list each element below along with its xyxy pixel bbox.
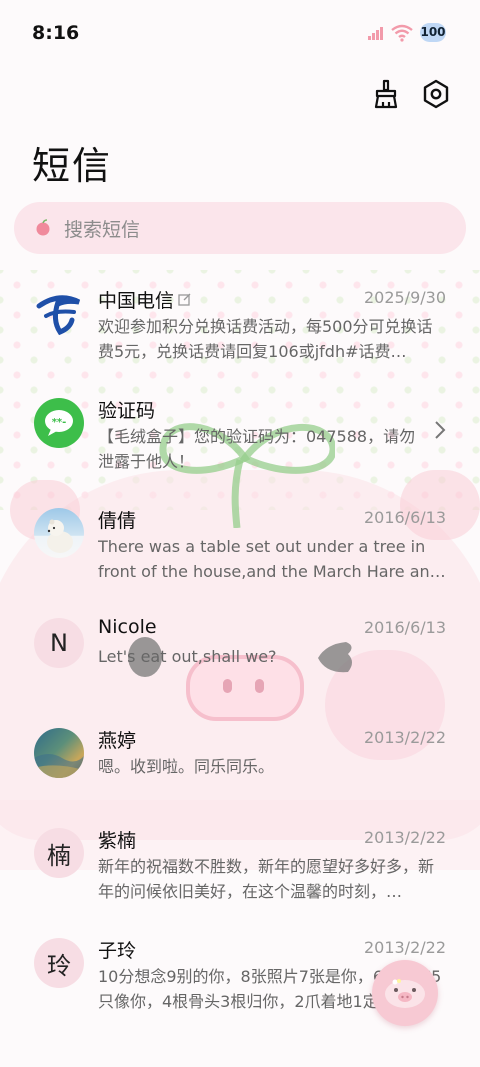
china-telecom-logo-icon xyxy=(36,295,81,336)
message-date: 2013/2/22 xyxy=(363,938,446,957)
search-placeholder: 搜索短信 xyxy=(64,218,141,241)
apple-search-icon xyxy=(36,219,50,236)
polar-bear-photo-icon xyxy=(47,519,73,553)
message-date: 2013/2/22 xyxy=(363,828,446,847)
message-preview: 嗯。收到啦。同乐同乐。 xyxy=(98,757,275,776)
status-bar: 8:16 100 xyxy=(0,0,480,66)
chevron-right-icon xyxy=(435,421,446,439)
message-date: 2016/6/13 xyxy=(363,618,446,637)
contact-name: 中国电信 xyxy=(98,286,191,313)
message-preview: There was a table set out under a tree i… xyxy=(98,537,446,581)
chat-bubble-icon: **- xyxy=(45,410,73,436)
contact-name: 紫楠 xyxy=(98,830,137,852)
broom-icon[interactable] xyxy=(370,78,402,110)
compose-button[interactable] xyxy=(372,960,438,1026)
status-time: 8:16 xyxy=(32,22,80,44)
contact-name: 燕婷 xyxy=(98,730,137,752)
message-preview: 欢迎参加积分兑换话费活动，每500分可兑换话费5元，兑换话费请回复106或jfd… xyxy=(98,317,433,361)
contact-name: Nicole xyxy=(98,616,157,638)
avatar: 楠 xyxy=(34,828,84,878)
conversation-item[interactable]: **- 验证码 【毛绒盒子】您的验证码为：047588，请勿泄露于他人！ xyxy=(0,380,480,490)
header-actions xyxy=(370,78,452,110)
signal-icon xyxy=(368,27,383,40)
conversation-list: 中国电信 2025/9/30 欢迎参加积分兑换话费活动，每500分可兑换话费5元… xyxy=(0,270,480,1030)
avatar xyxy=(34,728,84,778)
conversation-item[interactable]: 燕婷 2013/2/22 嗯。收到啦。同乐同乐。 xyxy=(0,710,480,810)
svg-text:**-: **- xyxy=(52,417,67,428)
avatar: N xyxy=(34,618,84,668)
avatar xyxy=(34,288,84,338)
avatar: **- xyxy=(34,398,84,448)
conversation-item[interactable]: 楠 紫楠 2013/2/22 新年的祝福数不胜数，新年的愿望好多好多，新年的问候… xyxy=(0,810,480,920)
avatar xyxy=(34,508,84,558)
conversation-item[interactable]: 中国电信 2025/9/30 欢迎参加积分兑换话费活动，每500分可兑换话费5元… xyxy=(0,270,480,380)
message-preview: Let's eat out,shall we? xyxy=(98,647,277,666)
page-title: 短信 xyxy=(32,144,113,188)
contact-name: 验证码 xyxy=(98,400,156,422)
contact-name: 倩倩 xyxy=(98,510,137,532)
message-preview: 新年的祝福数不胜数，新年的愿望好多好多，新年的问候依旧美好，在这个温馨的时刻，… xyxy=(98,857,435,901)
search-bar[interactable]: 搜索短信 xyxy=(14,202,466,254)
contact-name: 子玲 xyxy=(98,940,137,962)
message-date: 2025/9/30 xyxy=(363,288,446,307)
external-link-icon xyxy=(178,293,191,306)
message-preview: 【毛绒盒子】您的验证码为：047588，请勿泄露于他人！ xyxy=(98,427,416,471)
landscape-photo-icon xyxy=(34,754,84,778)
message-date: 2016/6/13 xyxy=(363,508,446,527)
wifi-icon xyxy=(391,24,413,42)
avatar: 玲 xyxy=(34,938,84,988)
pig-face-icon xyxy=(385,979,425,1008)
message-date: 2013/2/22 xyxy=(363,728,446,747)
battery-indicator: 100 xyxy=(420,23,446,42)
settings-gear-icon[interactable] xyxy=(420,78,452,110)
conversation-item[interactable]: 倩倩 2016/6/13 There was a table set out u… xyxy=(0,490,480,600)
conversation-item[interactable]: N Nicole 2016/6/13 Let's eat out,shall w… xyxy=(0,600,480,710)
